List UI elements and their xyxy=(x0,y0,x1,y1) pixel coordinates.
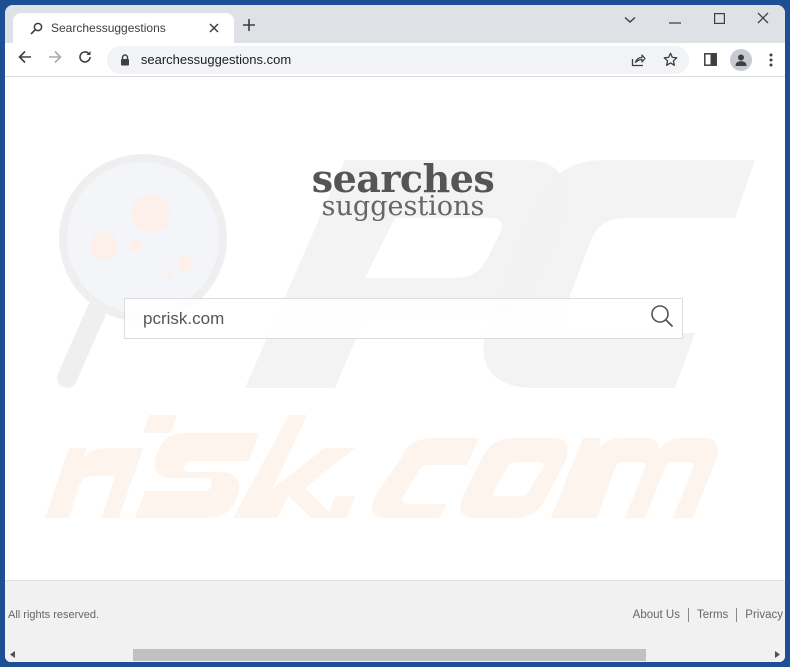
scroll-left-icon[interactable] xyxy=(5,647,20,662)
chevron-down-icon xyxy=(624,11,636,29)
search-input[interactable] xyxy=(125,299,642,338)
minimize-button[interactable] xyxy=(653,5,697,35)
footer-links: About Us Terms Privacy xyxy=(633,608,783,622)
profile-button[interactable] xyxy=(727,46,755,74)
reload-icon xyxy=(78,50,92,69)
forward-button[interactable] xyxy=(41,46,69,74)
toolbar-actions xyxy=(695,46,785,74)
footer-link-terms[interactable]: Terms xyxy=(697,609,728,621)
page-footer: All rights reserved. About Us Terms Priv… xyxy=(5,580,785,662)
address-bar[interactable]: searchessuggestions.com xyxy=(106,45,689,74)
url-text[interactable]: searchessuggestions.com xyxy=(141,52,625,67)
new-tab-button[interactable] xyxy=(239,17,259,37)
reload-button[interactable] xyxy=(71,46,99,74)
footer-divider xyxy=(736,608,738,622)
search-icon xyxy=(29,21,43,35)
search-icon xyxy=(650,304,674,333)
tab-strip: Searchessuggestions xyxy=(5,5,785,43)
arrow-right-icon xyxy=(48,50,62,69)
share-icon[interactable] xyxy=(625,46,653,74)
horizontal-scrollbar[interactable] xyxy=(5,647,785,662)
maximize-icon xyxy=(713,11,725,29)
scroll-right-icon[interactable] xyxy=(770,647,785,662)
lock-icon[interactable] xyxy=(119,53,131,67)
footer-link-privacy[interactable]: Privacy xyxy=(745,609,783,621)
search-button[interactable] xyxy=(642,299,682,338)
browser-toolbar: searchessuggestions.com xyxy=(5,43,785,77)
back-button[interactable] xyxy=(11,46,39,74)
tab-active[interactable]: Searchessuggestions xyxy=(13,13,234,43)
star-icon[interactable] xyxy=(657,46,685,74)
risk-com-watermark-text xyxy=(45,415,718,518)
close-icon xyxy=(757,11,769,29)
footer-link-about-us[interactable]: About Us xyxy=(633,609,680,621)
window-controls xyxy=(615,5,785,35)
search-form xyxy=(124,298,683,339)
close-window-button[interactable] xyxy=(741,5,785,35)
arrow-left-icon xyxy=(18,50,32,69)
person-icon xyxy=(729,48,752,71)
tab-search-button[interactable] xyxy=(615,5,645,35)
kebab-menu-icon[interactable] xyxy=(757,46,785,74)
footer-divider xyxy=(687,608,689,622)
tab-title: Searchessuggestions xyxy=(51,21,166,35)
side-panel-icon[interactable] xyxy=(697,46,725,74)
close-icon[interactable] xyxy=(206,20,222,36)
logo-suggestions: suggestions xyxy=(321,191,485,222)
copyright-text: All rights reserved. xyxy=(8,609,100,621)
maximize-button[interactable] xyxy=(697,5,741,35)
plus-icon xyxy=(242,18,256,37)
minimize-icon xyxy=(669,11,681,29)
browser-window: Searchessuggestions searchessuggestions.… xyxy=(5,5,785,662)
scrollbar-thumb[interactable] xyxy=(133,649,646,661)
page-viewport: searches suggestions All rights reserved… xyxy=(5,78,785,662)
